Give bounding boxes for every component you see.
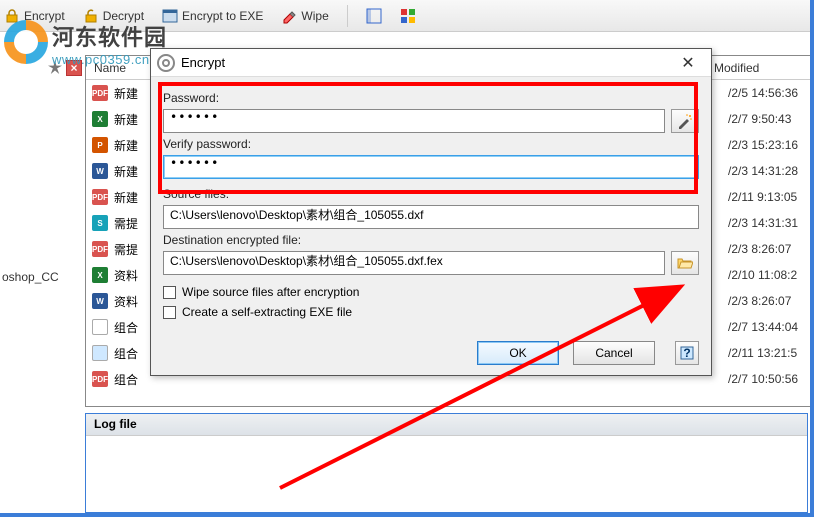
file-modified: /2/3 8:26:07 (728, 242, 811, 256)
layout-icon (366, 8, 382, 24)
toolbar-view-1[interactable] (366, 8, 382, 24)
file-modified: /2/11 13:21:5 (728, 346, 811, 360)
file-type-icon: S (92, 215, 108, 231)
toolbar-separator (347, 5, 348, 27)
destination-input[interactable]: C:\Users\lenovo\Desktop\素材\组合_105055.dxf… (163, 251, 665, 275)
file-type-icon: PDF (92, 189, 108, 205)
log-panel: Log file (85, 413, 808, 513)
grid-icon (400, 8, 416, 24)
watermark-text-cn: 河东软件园 (52, 20, 167, 52)
self-extracting-label: Create a self-extracting EXE file (182, 305, 352, 319)
side-tree-item[interactable]: oshop_CC (2, 270, 59, 284)
password-label: Password: (163, 91, 699, 105)
toolbar-wipe[interactable]: Wipe (281, 8, 328, 24)
file-modified: /2/11 9:13:05 (728, 190, 811, 204)
wipe-source-label: Wipe source files after encryption (182, 285, 359, 299)
log-title: Log file (94, 417, 137, 431)
password-generate-button[interactable] (671, 109, 699, 133)
toolbar-encrypt-exe-label: Encrypt to EXE (182, 9, 263, 23)
dialog-close-button[interactable]: ✕ (671, 53, 705, 73)
file-modified: /2/3 14:31:31 (728, 216, 811, 230)
file-type-icon: PDF (92, 241, 108, 257)
cancel-button[interactable]: Cancel (573, 341, 655, 365)
encrypt-dialog: Encrypt ✕ Password: •••••• Verify passwo… (150, 48, 712, 376)
verify-password-label: Verify password: (163, 137, 699, 151)
file-modified: /2/5 14:56:36 (728, 86, 811, 100)
file-type-icon: W (92, 293, 108, 309)
file-type-icon: P (92, 137, 108, 153)
file-type-icon (92, 345, 108, 361)
watermark-logo-icon (4, 20, 48, 64)
file-type-icon: X (92, 267, 108, 283)
wipe-source-checkbox[interactable] (163, 286, 176, 299)
destination-label: Destination encrypted file: (163, 233, 699, 247)
file-type-icon (92, 319, 108, 335)
dialog-titlebar: Encrypt ✕ (151, 49, 711, 77)
help-icon: ? (680, 346, 694, 360)
file-modified: /2/3 8:26:07 (728, 294, 811, 308)
file-type-icon: W (92, 163, 108, 179)
watermark: 河东软件园 www.pc0359.cn (4, 20, 167, 67)
file-modified: /2/10 11:08:2 (728, 268, 811, 282)
file-modified: /2/7 10:50:56 (728, 372, 811, 386)
file-type-icon: X (92, 111, 108, 127)
source-files-label: Source files: (163, 187, 699, 201)
password-input[interactable]: •••••• (163, 109, 665, 133)
browse-destination-button[interactable] (671, 251, 699, 275)
file-modified: /2/7 9:50:43 (728, 112, 811, 126)
file-modified: /2/3 15:23:16 (728, 138, 811, 152)
column-modified[interactable]: Modified (706, 61, 811, 75)
help-button[interactable]: ? (675, 341, 699, 365)
source-files-input[interactable]: C:\Users\lenovo\Desktop\素材\组合_105055.dxf (163, 205, 699, 229)
toolbar-encrypt-exe[interactable]: Encrypt to EXE (162, 8, 263, 24)
toolbar-wipe-label: Wipe (301, 9, 328, 23)
svg-text:?: ? (683, 346, 690, 360)
self-extracting-checkbox[interactable] (163, 306, 176, 319)
folder-open-icon (677, 255, 693, 271)
file-type-icon: PDF (92, 371, 108, 387)
ok-button[interactable]: OK (477, 341, 559, 365)
dialog-title: Encrypt (181, 55, 671, 70)
file-modified: /2/3 14:31:28 (728, 164, 811, 178)
wipe-icon (281, 8, 297, 24)
file-type-icon: PDF (92, 85, 108, 101)
file-modified: /2/7 13:44:04 (728, 320, 811, 334)
toolbar-view-2[interactable] (400, 8, 416, 24)
log-body (86, 436, 807, 512)
watermark-url: www.pc0359.cn (52, 52, 167, 67)
verify-password-input[interactable]: •••••• (163, 155, 699, 179)
wand-icon (677, 113, 693, 129)
